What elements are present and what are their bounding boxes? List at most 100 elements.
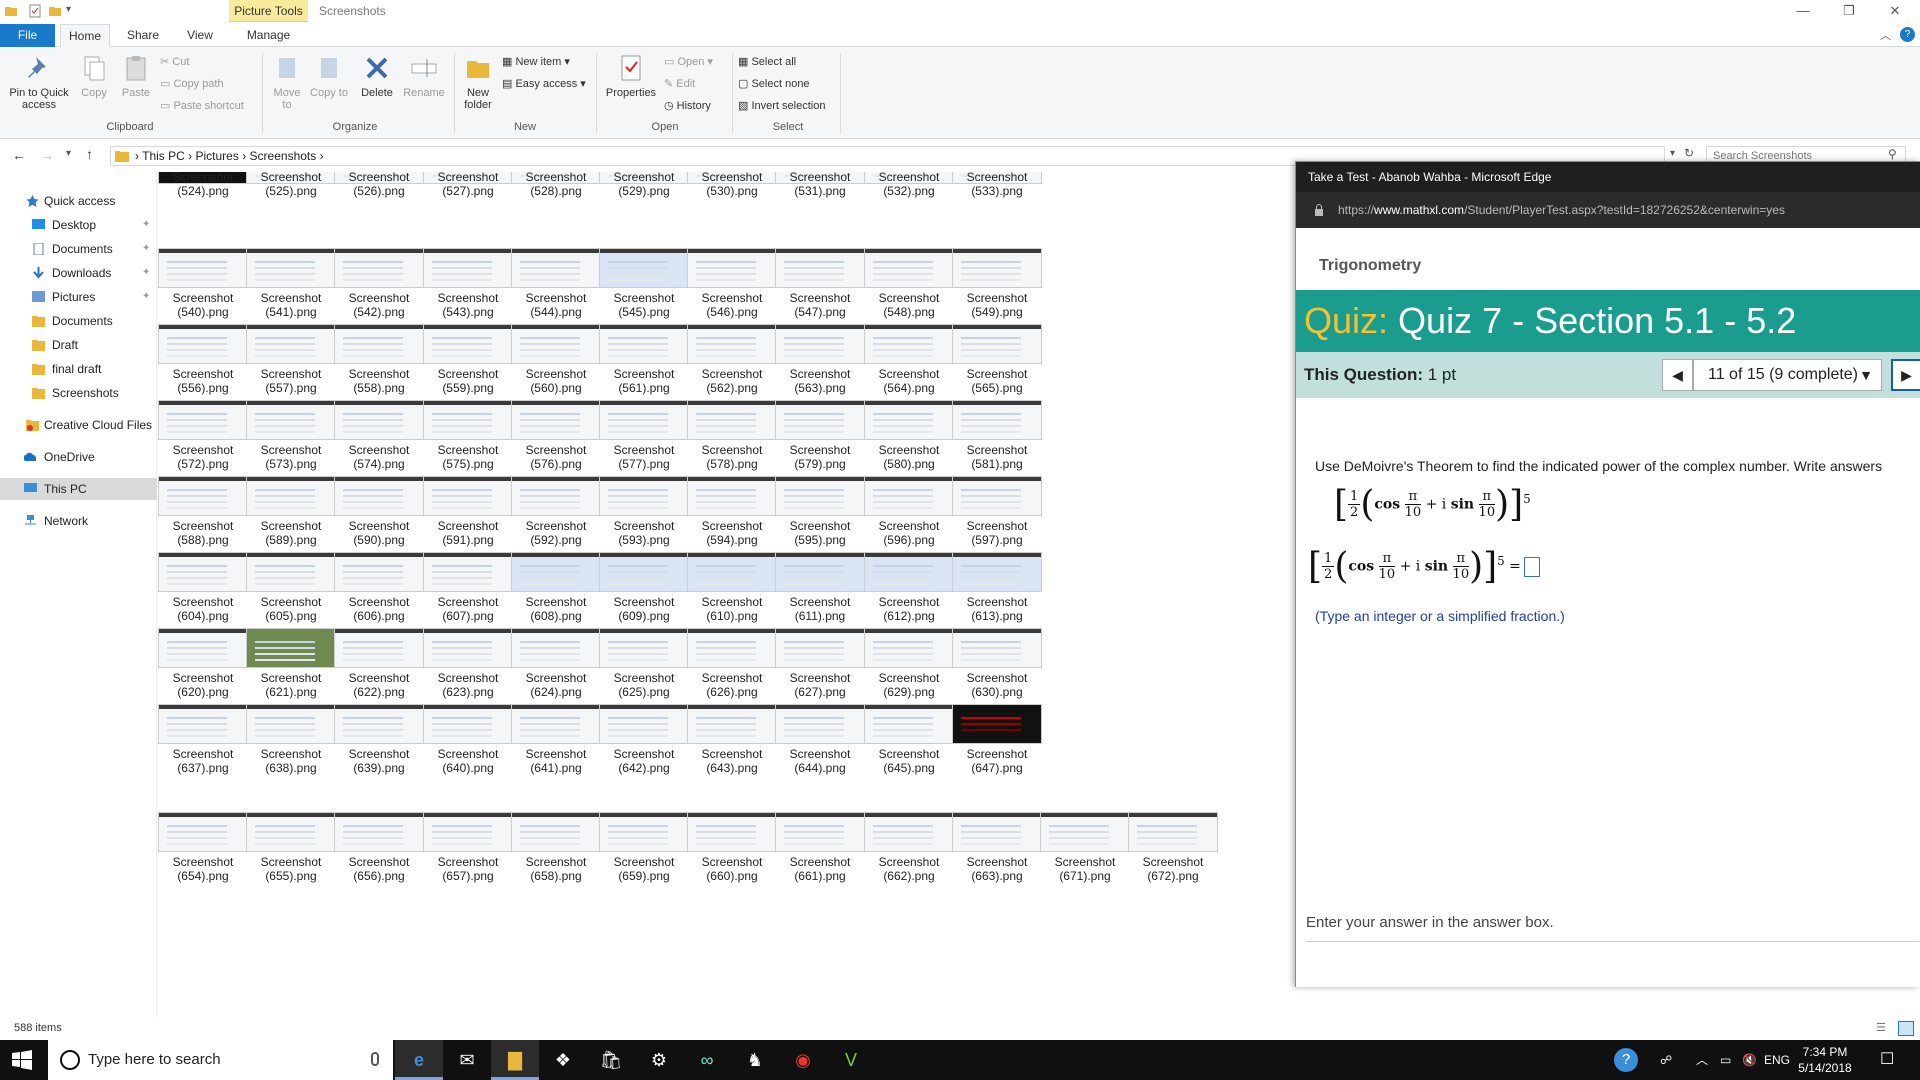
tab-home[interactable]: Home (60, 24, 110, 47)
tab-file[interactable]: File (0, 24, 55, 47)
collapse-ribbon-icon[interactable]: ︿ (1880, 27, 1891, 43)
store-taskbar-icon[interactable]: 🛍 (587, 1040, 635, 1080)
file-item[interactable]: Screenshot (647).png (938, 704, 1046, 794)
nav-final-draft[interactable]: final draft (0, 358, 157, 380)
edge-address-bar[interactable]: https://www.mathxl.com/Student/PlayerTes… (1296, 192, 1920, 228)
delete-button[interactable]: Delete (356, 53, 398, 99)
file-name-line1: Screenshot (966, 671, 1028, 685)
nav-pictures[interactable]: Pictures ✦ (0, 286, 157, 308)
paste-shortcut-button[interactable]: ▭ Paste shortcut (160, 99, 244, 112)
select-all-button[interactable]: ▦ Select all (738, 55, 796, 68)
file-item[interactable]: Screenshot (672).png (1114, 812, 1222, 902)
close-button[interactable]: ✕ (1875, 2, 1915, 22)
breadcrumb-pictures[interactable]: Pictures (196, 149, 239, 163)
help-tray-icon[interactable]: ? (1614, 1048, 1638, 1072)
nav-documents-folder[interactable]: Documents (0, 310, 157, 332)
windows-start-icon[interactable] (12, 1050, 32, 1070)
tab-share[interactable]: Share (118, 24, 168, 47)
nav-draft[interactable]: Draft (0, 334, 157, 356)
url-prefix: https:// (1338, 203, 1375, 217)
red-app-taskbar-icon[interactable]: ◉ (779, 1040, 827, 1080)
language-indicator[interactable]: ENG (1764, 1040, 1790, 1080)
help-icon[interactable]: ? (1900, 27, 1915, 42)
move-to-label: Move to (273, 87, 301, 111)
properties-button[interactable]: Properties (602, 53, 660, 99)
file-explorer-taskbar-icon[interactable]: ▇ (491, 1040, 539, 1080)
cut-label: Cut (172, 56, 190, 68)
new-folder-icon[interactable] (48, 4, 62, 18)
next-question-button[interactable]: ▶ (1891, 359, 1920, 391)
nav-network[interactable]: Network (0, 510, 157, 532)
rename-button[interactable]: Rename (402, 53, 446, 99)
pin-quick-access-button[interactable]: Pin to Quick access (6, 53, 72, 111)
nav-onedrive[interactable]: OneDrive (0, 446, 157, 468)
question-points: This Question: 1 pt (1304, 365, 1456, 385)
game-taskbar-icon[interactable]: ♞ (731, 1040, 779, 1080)
fraction-pi-10: π 10 (1378, 551, 1396, 582)
restore-button[interactable]: ❐ (1829, 2, 1869, 22)
edge-taskbar-icon[interactable]: e (395, 1040, 443, 1080)
customize-quick-access-icon[interactable]: ▾ (66, 4, 80, 18)
file-name: Screenshot (647).png (938, 747, 1056, 775)
nav-screenshots[interactable]: Screenshots (0, 382, 157, 404)
new-item-button[interactable]: ▦ New item ▾ (502, 55, 570, 68)
taskbar-search-box[interactable]: Type here to search (48, 1040, 393, 1080)
details-view-icon[interactable]: ☰ (1876, 1017, 1886, 1040)
copy-path-button[interactable]: ▭ Copy path (160, 77, 224, 90)
new-folder-button[interactable]: New folder (458, 53, 498, 111)
steam-taskbar-icon[interactable]: ⚙ (635, 1040, 683, 1080)
select-none-button[interactable]: ▢ Select none (738, 77, 810, 90)
nav-this-pc[interactable]: This PC (0, 478, 157, 500)
arduino-taskbar-icon[interactable]: ∞ (683, 1040, 731, 1080)
refresh-icon[interactable]: ↻ (1684, 146, 1694, 160)
desktop-screen: ▾ Picture Tools Screenshots — ❐ ✕ File H… (0, 0, 1920, 1080)
nav-creative-cloud[interactable]: Creative Cloud Files (0, 414, 157, 436)
picture-tools-label: Picture Tools (229, 0, 308, 22)
open-button[interactable]: ▭ Open ▾ (664, 55, 713, 68)
back-arrow-icon[interactable]: ← (12, 147, 26, 163)
notification-icon[interactable]: ☐ (1880, 1040, 1894, 1080)
breadcrumb-this-pc[interactable]: This PC (142, 149, 185, 163)
dropbox-taskbar-icon[interactable]: ❖ (539, 1040, 587, 1080)
equals-sign: = (1509, 558, 1521, 575)
question-selector[interactable]: 11 of 15 (9 complete) ▼ (1693, 359, 1882, 391)
large-icons-view-icon[interactable] (1898, 1021, 1914, 1036)
nav-documents[interactable]: Documents ✦ (0, 238, 157, 260)
green-v-taskbar-icon[interactable]: V (827, 1040, 875, 1080)
nav-downloads[interactable]: Downloads ✦ (0, 262, 157, 284)
properties-check-icon[interactable] (28, 4, 42, 18)
file-thumbnail (952, 552, 1042, 592)
cut-button[interactable]: ✂ Cut (160, 55, 189, 68)
tab-view[interactable]: View (175, 24, 225, 47)
volume-muted-icon[interactable]: 🔇 (1742, 1040, 1757, 1080)
show-hidden-icons-icon[interactable]: ︿ (1696, 1040, 1708, 1080)
easy-access-button[interactable]: ▤ Easy access ▾ (502, 77, 586, 90)
tab-manage[interactable]: Manage (229, 24, 308, 47)
copy-button[interactable]: Copy (76, 53, 112, 99)
answer-input-box[interactable] (1523, 556, 1540, 577)
minimize-button[interactable]: — (1783, 2, 1823, 22)
battery-icon[interactable]: ▭ (1720, 1040, 1731, 1080)
mail-taskbar-icon[interactable]: ✉ (443, 1040, 491, 1080)
copy-to-button[interactable]: Copy to (310, 53, 348, 99)
previous-question-button[interactable]: ◀ (1662, 359, 1693, 391)
nav-label: Draft (52, 338, 79, 352)
folder-icon[interactable] (4, 4, 18, 18)
exponent: 5 (1497, 553, 1505, 568)
paste-button[interactable]: Paste (118, 53, 154, 99)
forward-arrow-icon[interactable]: → (40, 147, 54, 163)
breadcrumb-screenshots[interactable]: Screenshots (250, 149, 317, 163)
nav-quick-access[interactable]: Quick access (0, 190, 157, 212)
address-dropdown-icon[interactable]: ▾ (1670, 148, 1675, 159)
recent-locations-icon[interactable]: ▾ (66, 148, 71, 159)
history-button[interactable]: ◷ History (664, 99, 711, 112)
search-icon[interactable]: ⚲ (1888, 147, 1897, 161)
people-tray-icon[interactable]: ☍ (1660, 1040, 1672, 1080)
clock[interactable]: 7:34 PM 5/14/2018 (1795, 1044, 1855, 1076)
move-to-button[interactable]: Move to (268, 53, 306, 111)
edit-button[interactable]: ✎ Edit (664, 77, 695, 90)
up-arrow-icon[interactable]: ↑ (86, 146, 93, 162)
invert-selection-button[interactable]: ▧ Invert selection (738, 99, 825, 112)
microphone-icon[interactable] (371, 1052, 379, 1066)
nav-desktop[interactable]: Desktop ✦ (0, 214, 157, 236)
